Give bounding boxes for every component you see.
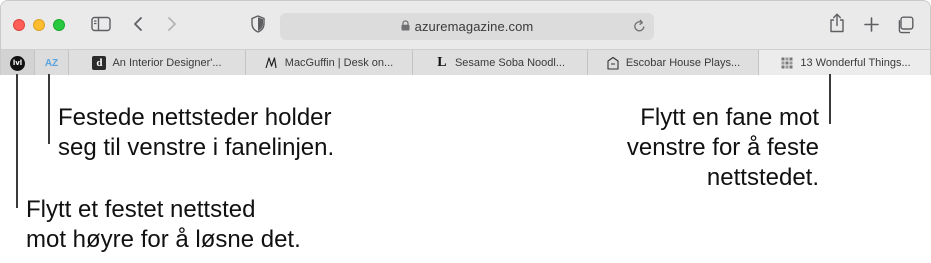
callout-pinned-left: Festede nettsteder holder seg til venstr… [58,104,335,161]
chevron-left-icon[interactable] [133,16,143,32]
callout-unpin: Flytt et festet nettsted mot høyre for å… [26,196,301,253]
tab-overview-icon[interactable] [896,16,914,34]
zoom-window-button[interactable] [53,19,65,31]
minimize-window-button[interactable] [33,19,45,31]
tab-title: An Interior Designer'... [112,57,222,69]
lock-icon [401,18,410,36]
tab-2[interactable]: MacGuffin | Desk on... [246,50,413,75]
chevron-right-icon[interactable] [167,16,177,32]
tab-title: Sesame Soba Noodl... [454,57,566,69]
macguffin-logo-icon [265,56,279,70]
house-logo-icon [606,56,620,70]
plus-icon[interactable] [864,17,879,32]
tab-title: MacGuffin | Desk on... [284,57,394,69]
share-icon[interactable] [829,13,845,33]
tab-bar: lvl AZ d An Interior Designer'... MacGuf… [1,49,930,75]
favicon-l-icon: L [437,55,447,70]
callout-line-unpin [16,74,18,208]
callout-line-pin [829,74,831,124]
callout-pin: Flytt en fane mot venstre for å feste ne… [626,104,819,191]
pinned-tab-2[interactable]: AZ [35,50,69,75]
shield-icon[interactable] [251,15,265,33]
address-bar[interactable]: azuremagazine.com [280,13,654,40]
tab-1[interactable]: d An Interior Designer'... [69,50,246,75]
browser-window: azuremagazine.com lvl AZ d An Interior D… [0,0,931,75]
address-text: azuremagazine.com [414,19,534,34]
callout-line-pinned [48,74,50,144]
sidebar-icon[interactable] [91,16,111,32]
tab-3[interactable]: L Sesame Soba Noodl... [413,50,588,75]
pinned-tab-1[interactable]: lvl [1,50,35,75]
tab-title: 13 Wonderful Things... [800,57,911,69]
tab-title: Escobar House Plays... [625,57,741,69]
grid-logo-icon [780,56,794,70]
close-window-button[interactable] [13,19,25,31]
round-logo-icon: lvl [10,55,25,71]
az-logo-icon: AZ [44,57,59,69]
tab-4[interactable]: Escobar House Plays... [588,50,759,75]
reload-icon[interactable] [633,19,646,38]
tab-5[interactable]: 13 Wonderful Things... [759,50,930,75]
toolbar: azuremagazine.com [1,1,930,49]
favicon-d-icon: d [92,56,107,70]
